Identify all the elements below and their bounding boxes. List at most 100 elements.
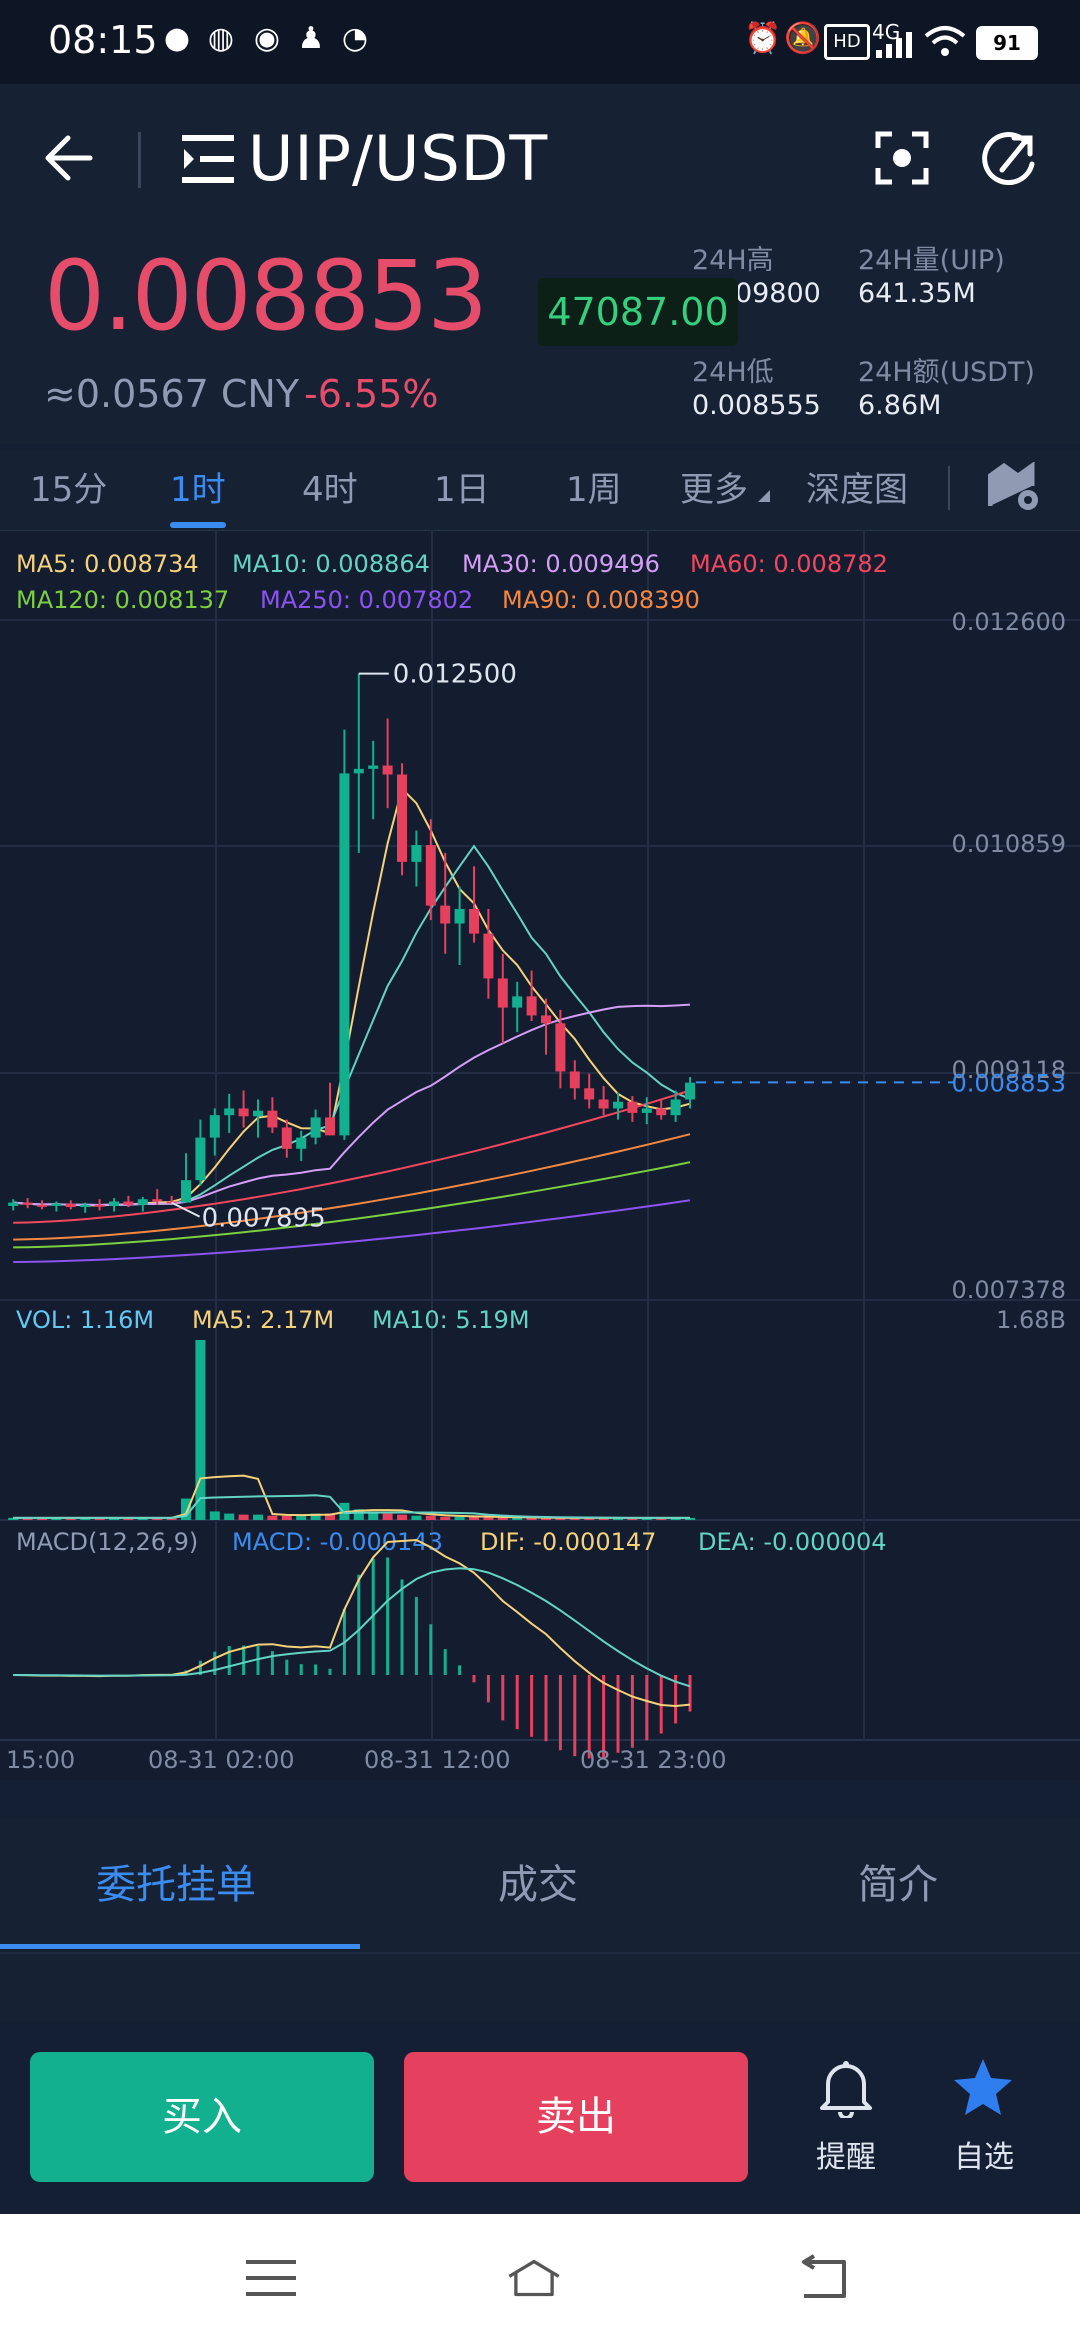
high-marker-label: 0.012500 xyxy=(393,660,517,690)
volume-bar xyxy=(382,1513,393,1520)
ma-legend-item: MA250: 0.007802 xyxy=(260,586,473,614)
pair-title[interactable]: UIP/USDT xyxy=(248,122,548,195)
ma-legend-item: MA60: 0.008782 xyxy=(690,550,888,578)
volume-bar xyxy=(281,1515,292,1520)
tab-depth-chart[interactable]: 深度图 xyxy=(806,462,908,511)
macd-legend-item: MACD(12,26,9) xyxy=(16,1528,198,1556)
volume-bar xyxy=(267,1515,278,1520)
candle-body xyxy=(469,908,479,934)
kline-chart[interactable]: MA5: 0.008734 MA10: 0.008864 MA30: 0.00949… xyxy=(0,530,1080,1780)
candle-body xyxy=(598,1099,609,1109)
volume-bar xyxy=(440,1516,451,1520)
time-axis-label: 08-31 12:00 xyxy=(364,1746,511,1774)
candle-body xyxy=(281,1127,292,1149)
recent-apps-icon[interactable] xyxy=(244,2254,300,2302)
candle-body xyxy=(440,905,451,924)
back-arrow-icon[interactable] xyxy=(40,128,100,188)
star-icon[interactable] xyxy=(952,2056,1014,2118)
volume-bar xyxy=(195,1340,206,1520)
timeframe-tabs xyxy=(0,450,1080,530)
volume-legend-item: MA5: 2.17M xyxy=(192,1306,334,1334)
alert-label[interactable]: 提醒 xyxy=(816,2132,876,2176)
candle-body xyxy=(65,1203,76,1208)
candle-body xyxy=(22,1202,33,1205)
volume-bar xyxy=(397,1514,407,1520)
qq-icon: ♟ xyxy=(297,21,325,56)
candle-body xyxy=(569,1071,580,1089)
price-tick-label: 0.010859 xyxy=(951,830,1066,858)
candle-body xyxy=(584,1088,595,1100)
candle-body xyxy=(209,1115,220,1138)
high-label: 24H高 xyxy=(692,245,774,276)
floating-price-tag: 47087.00 xyxy=(538,278,738,346)
tab-trades[interactable]: 成交 xyxy=(498,1852,578,1910)
macd-legend-item: DIF: -0.000147 xyxy=(480,1528,656,1556)
home-icon[interactable] xyxy=(506,2254,562,2302)
candle-body xyxy=(238,1108,249,1117)
speed-icon: ◔ xyxy=(341,21,369,56)
time-axis-label: 15:00 xyxy=(6,1746,75,1774)
price-change: -6.55% xyxy=(304,372,439,416)
candle-body xyxy=(685,1082,695,1100)
back-nav-icon[interactable] xyxy=(794,2254,850,2302)
alarm-icon: ⏰ xyxy=(744,21,782,56)
cny-price: ≈0.0567 CNY xyxy=(44,372,300,416)
volume-bar xyxy=(224,1513,235,1520)
battery-icon: 91 xyxy=(976,26,1038,60)
tab-order-book[interactable]: 委托挂单 xyxy=(96,1852,256,1910)
macd-legend-item: DEA: -0.000004 xyxy=(698,1528,887,1556)
tab-more[interactable]: 更多 xyxy=(680,462,748,511)
ma-legend-item: MA30: 0.009496 xyxy=(462,550,660,578)
candle-body xyxy=(152,1199,163,1202)
candle-body xyxy=(425,845,436,906)
screenshot-scan-icon[interactable] xyxy=(874,130,930,186)
candle-body xyxy=(353,768,364,774)
weibo-icon: ◍ xyxy=(207,21,235,56)
message-icon: ● xyxy=(163,21,191,56)
share-icon[interactable] xyxy=(980,130,1038,188)
candle-body xyxy=(253,1110,263,1117)
buy-button[interactable]: 买入 xyxy=(30,2052,374,2182)
last-price: 0.008853 xyxy=(44,240,488,352)
ma-legend-item: MA120: 0.008137 xyxy=(16,586,229,614)
candle-body xyxy=(411,845,422,862)
amount-value: 6.86M xyxy=(858,390,942,421)
menu-icon[interactable] xyxy=(182,133,238,185)
candle-body xyxy=(339,773,350,1136)
candle-body xyxy=(123,1201,134,1205)
candle-body xyxy=(613,1101,623,1109)
macd-legend-item: MACD: -0.000143 xyxy=(232,1528,443,1556)
tab-15min[interactable]: 15分 xyxy=(30,462,107,511)
active-tab-underline xyxy=(170,522,226,528)
tab-1week[interactable]: 1周 xyxy=(566,462,622,511)
chart-settings-icon[interactable] xyxy=(988,462,1042,512)
candle-body xyxy=(310,1117,321,1138)
candle-body xyxy=(627,1101,638,1113)
tab-1day[interactable]: 1日 xyxy=(434,462,490,511)
candle-body xyxy=(80,1204,91,1208)
candle-body xyxy=(382,765,393,775)
tab-1hour[interactable]: 1时 xyxy=(170,462,226,511)
signal-icon xyxy=(876,32,912,58)
volume-legend-item: MA10: 5.19M xyxy=(372,1306,530,1334)
volume-label: 24H量(UIP) xyxy=(858,245,1005,276)
candle-body xyxy=(670,1099,681,1116)
wifi-icon xyxy=(924,26,966,56)
tab-intro[interactable]: 简介 xyxy=(858,1852,938,1910)
app-icon: ◉ xyxy=(253,21,281,56)
tab-divider xyxy=(948,466,950,510)
sell-button[interactable]: 卖出 xyxy=(404,2052,748,2182)
favorite-label[interactable]: 自选 xyxy=(954,2132,1014,2176)
bell-icon[interactable] xyxy=(818,2058,874,2118)
volume-value: 641.35M xyxy=(858,278,976,309)
candle-body xyxy=(541,1015,551,1024)
more-caret-icon xyxy=(758,490,770,502)
candle-body xyxy=(512,996,523,1008)
price-tick-label: 0.012600 xyxy=(951,608,1066,636)
tab-4hour[interactable]: 4时 xyxy=(302,462,358,511)
candle-body xyxy=(497,978,508,1008)
candle-body xyxy=(8,1202,19,1206)
low-label: 24H低 xyxy=(692,357,774,388)
order-book-area xyxy=(0,1952,1080,2024)
volume-bar xyxy=(497,1517,508,1520)
